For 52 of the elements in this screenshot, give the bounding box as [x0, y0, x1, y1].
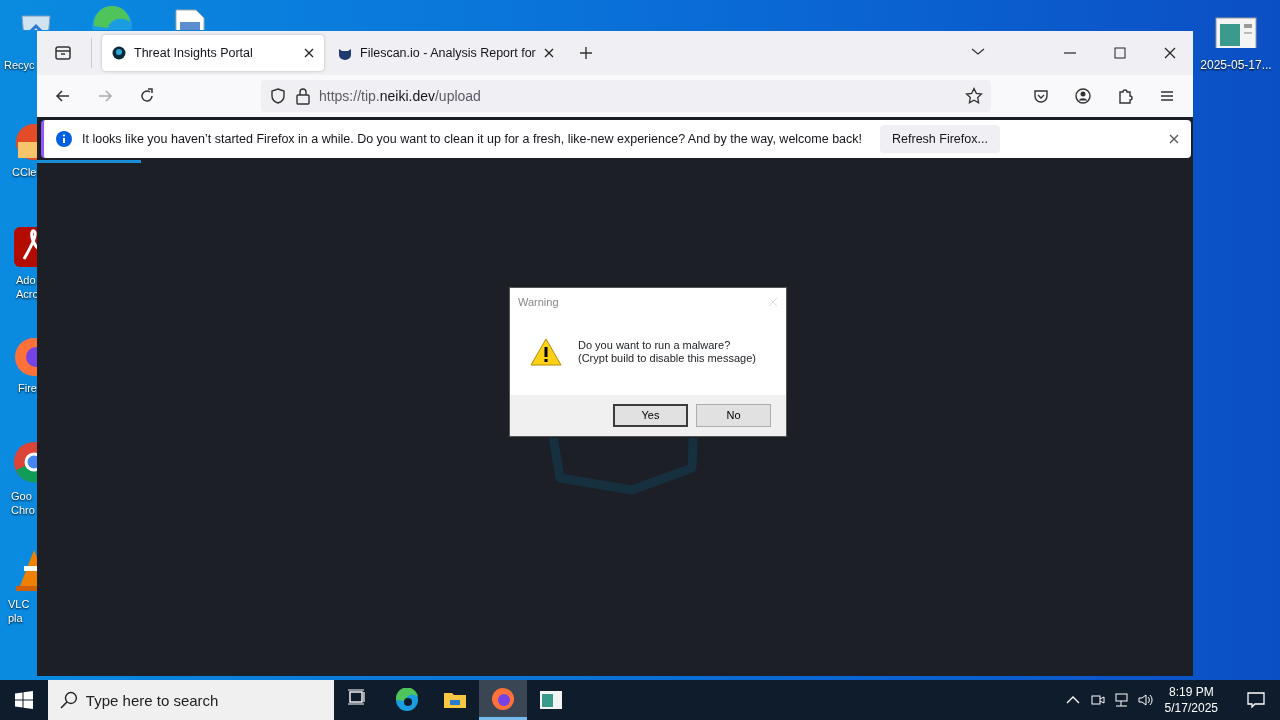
- acrobat-icon[interactable]: [12, 225, 37, 269]
- dialog-button[interactable]: Yes: [613, 404, 688, 427]
- icon-label: Chro: [11, 503, 35, 517]
- tab-title: Threat Insights Portal: [134, 44, 254, 62]
- icon-label: pla: [8, 611, 23, 625]
- clock-date: 5/17/2025: [1164, 700, 1218, 716]
- maximize-icon: [1112, 45, 1128, 61]
- windows-logo-icon: [15, 691, 33, 709]
- icon-label: Acro: [16, 287, 39, 301]
- dialog-message: Do you want to run a malware? (Crypt build to disable this message): [578, 338, 756, 365]
- info-icon: [56, 131, 72, 147]
- network-icon: [1112, 692, 1129, 708]
- firefox-icon: [491, 686, 515, 711]
- speaker-icon: [1136, 692, 1153, 708]
- puzzle-icon: [1116, 87, 1134, 105]
- tray-icon: [54, 44, 72, 62]
- camera-icon: [1088, 692, 1105, 708]
- icon-label: Goo: [11, 489, 32, 503]
- cat-icon: [338, 46, 352, 60]
- icon-label: Fire: [18, 381, 37, 395]
- chat-bubble-icon: [1246, 690, 1266, 710]
- edge-icon: [395, 688, 419, 712]
- dialog-button[interactable]: No: [696, 404, 771, 427]
- icon-label: Recyc: [4, 58, 35, 72]
- icon-label: 2025-05-17...: [1200, 58, 1272, 73]
- close-icon[interactable]: [543, 48, 554, 58]
- star-icon[interactable]: [965, 87, 983, 105]
- icon-label: Ado: [16, 273, 36, 287]
- lock-icon: [295, 87, 311, 105]
- refresh-firefox-button[interactable]: Refresh Firefox...: [880, 125, 1000, 153]
- pocket-icon: [1032, 87, 1050, 105]
- warning-icon: [530, 336, 562, 367]
- shield-icon: [269, 87, 287, 105]
- screenshot-icon: [539, 688, 563, 712]
- browser-tab[interactable]: Filescan.io - Analysis Report for: [328, 35, 564, 71]
- address-bar[interactable]: https://tip.neiki.dev/upload: [261, 80, 991, 112]
- clock-time: 8:19 PM: [1168, 684, 1214, 700]
- dialog-title: Warning: [518, 294, 559, 310]
- account-icon: [1074, 87, 1092, 105]
- close-icon[interactable]: [1169, 134, 1179, 144]
- close-icon: [1162, 45, 1178, 61]
- plus-icon: [578, 46, 593, 60]
- icon-label: CCle: [12, 165, 37, 179]
- minimize-icon: [1064, 52, 1076, 54]
- icon-label: VLC: [8, 597, 30, 611]
- tab-title: Filescan.io - Analysis Report for: [360, 44, 536, 62]
- browser-tab[interactable]: Threat Insights Portal: [102, 35, 324, 71]
- search-icon: [60, 691, 78, 709]
- notification-message: It looks like you haven’t started Firefox in a while. Do you want to clean it up for a fresh, like-new experience? And by the way, welcome back!: [82, 130, 863, 148]
- reload-icon: [138, 87, 156, 105]
- close-icon[interactable]: [304, 48, 314, 58]
- url-text: https://tip.neiki.dev/upload: [319, 86, 482, 106]
